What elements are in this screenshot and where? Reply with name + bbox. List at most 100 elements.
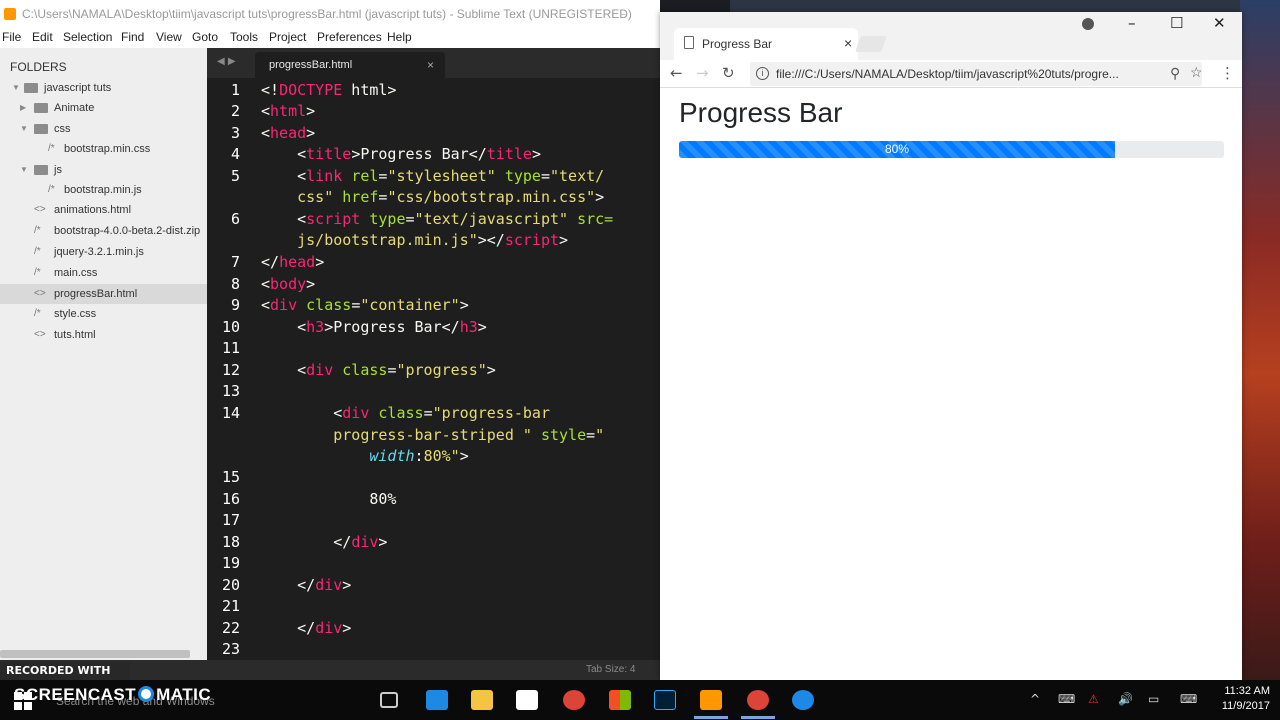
minimize-icon[interactable]: – bbox=[1128, 14, 1136, 32]
sidebar-item-label: bootstrap-4.0.0-beta.2-dist.zip bbox=[54, 225, 201, 237]
screencast-o-matic-watermark: SCREENCAST MATIC bbox=[14, 685, 212, 704]
line-number: 2 bbox=[230, 102, 240, 120]
line-number: 14 bbox=[221, 404, 240, 422]
collapsed-arrow-icon: ▶ bbox=[20, 103, 27, 112]
minimize-icon[interactable]: – bbox=[620, 0, 626, 28]
sidebar-item-label: jquery-3.2.1.min.js bbox=[54, 246, 144, 258]
menu-selection[interactable]: Selection bbox=[63, 30, 112, 44]
clock-date: 11/9/2017 bbox=[1221, 700, 1270, 712]
menu-view[interactable]: View bbox=[156, 30, 182, 44]
line-number: 15 bbox=[221, 468, 240, 486]
windows-app-icon[interactable] bbox=[609, 690, 631, 710]
browser-tab-title: Progress Bar bbox=[702, 37, 773, 51]
forward-arrow-icon[interactable]: → bbox=[696, 64, 709, 82]
tab-label: progressBar.html bbox=[269, 59, 353, 71]
sidebar-item-animate[interactable]: ▶ Animate bbox=[0, 98, 207, 118]
js-file-icon: /* bbox=[48, 184, 55, 195]
menu-tools[interactable]: Tools bbox=[230, 30, 258, 44]
line-number: 22 bbox=[221, 619, 240, 637]
menu-file[interactable]: File bbox=[2, 30, 21, 44]
menu-find[interactable]: Find bbox=[121, 30, 144, 44]
zoom-icon[interactable]: ⚲ bbox=[1170, 65, 1180, 82]
sidebar-item-css[interactable]: ▼ css bbox=[0, 119, 207, 139]
sidebar-item-tuts-html[interactable]: <> tuts.html bbox=[0, 325, 207, 345]
tab-progressbar-html[interactable]: progressBar.html × bbox=[255, 52, 445, 78]
code-editor[interactable]: ◀ ▶ progressBar.html × 1 2 3 4 5 6 7 8 9… bbox=[207, 48, 815, 660]
browser-tab-progress-bar[interactable]: Progress Bar × bbox=[674, 28, 858, 60]
screencast-icon[interactable] bbox=[792, 690, 814, 710]
tab-size-indicator[interactable]: Tab Size: 4 bbox=[586, 664, 635, 675]
sidebar-item-bootstrap-js[interactable]: /* bootstrap.min.js bbox=[0, 180, 207, 200]
menu-edit[interactable]: Edit bbox=[32, 30, 53, 44]
sidebar-item-js[interactable]: ▼ js bbox=[0, 160, 207, 180]
expand-arrow-icon: ▼ bbox=[20, 165, 28, 174]
more-menu-icon[interactable]: ⋮ bbox=[1220, 64, 1235, 82]
close-icon[interactable]: × bbox=[844, 35, 852, 51]
clock-time: 11:32 AM bbox=[1224, 685, 1270, 697]
chrome-icon[interactable] bbox=[563, 690, 585, 710]
address-bar[interactable]: i file:///C:/Users/NAMALA/Desktop/tiim/j… bbox=[750, 62, 1203, 86]
sidebar-item-label: js bbox=[54, 164, 62, 176]
sidebar-scrollbar[interactable] bbox=[0, 650, 190, 658]
sidebar-item-animations-html[interactable]: <> animations.html bbox=[0, 200, 207, 220]
store-icon[interactable] bbox=[516, 690, 538, 710]
new-tab-button[interactable] bbox=[855, 36, 887, 52]
volume-icon[interactable]: 🔊 bbox=[1118, 692, 1133, 706]
maximize-icon[interactable]: ☐ bbox=[1170, 14, 1183, 32]
tab-nav-arrows-icon[interactable]: ◀ ▶ bbox=[217, 56, 236, 67]
line-number: 23 bbox=[221, 640, 240, 658]
code-line-6-wrap: js/bootstrap.min.js"></script> bbox=[297, 231, 569, 249]
sublime-text-icon[interactable] bbox=[694, 690, 728, 719]
sidebar-item-progressbar-html[interactable]: <> progressBar.html bbox=[0, 284, 207, 304]
html-file-icon: <> bbox=[34, 204, 46, 215]
info-icon[interactable]: i bbox=[756, 67, 769, 80]
network-icon[interactable]: ⚠ bbox=[1088, 692, 1099, 706]
sublime-app-icon bbox=[4, 8, 16, 20]
line-number: 21 bbox=[221, 597, 240, 615]
sidebar-item-jquery[interactable]: /* jquery-3.2.1.min.js bbox=[0, 242, 207, 262]
sidebar-item-bootstrap-zip[interactable]: /* bootstrap-4.0.0-beta.2-dist.zip bbox=[0, 221, 207, 241]
editor-tabbar: ◀ ▶ progressBar.html × bbox=[207, 48, 660, 78]
chrome-active-icon[interactable] bbox=[741, 690, 775, 719]
sidebar-item-label: javascript tuts bbox=[44, 82, 112, 94]
line-number: 9 bbox=[230, 296, 240, 314]
folder-icon bbox=[34, 165, 48, 175]
tray-chevron-icon[interactable]: ^ bbox=[1030, 692, 1040, 706]
photoshop-icon[interactable] bbox=[654, 690, 676, 710]
code-line-2: <html> bbox=[261, 102, 316, 120]
menu-project[interactable]: Project bbox=[269, 30, 306, 44]
battery-icon[interactable]: ▭ bbox=[1148, 692, 1159, 706]
menu-preferences[interactable]: Preferences bbox=[317, 30, 382, 44]
code-line-1: <!DOCTYPE html> bbox=[261, 81, 397, 99]
sublime-window: C:\Users\NAMALA\Desktop\tiim\javascript … bbox=[0, 0, 815, 680]
bookmark-star-icon[interactable]: ☆ bbox=[1190, 64, 1203, 81]
file-explorer-icon[interactable] bbox=[471, 690, 493, 710]
chrome-window: Progress Bar × – ☐ ✕ ← → ↻ i file:///C:/… bbox=[660, 12, 1242, 680]
language-icon[interactable]: ⌨ bbox=[1058, 692, 1075, 706]
menu-goto[interactable]: Goto bbox=[192, 30, 218, 44]
task-view-icon[interactable] bbox=[380, 692, 398, 708]
close-icon[interactable]: × bbox=[427, 52, 434, 78]
sidebar-item-javascript-tuts[interactable]: ▼ javascript tuts bbox=[0, 78, 207, 98]
code-line-18: </div> bbox=[261, 533, 388, 551]
line-number: 20 bbox=[221, 576, 240, 594]
close-window-icon[interactable]: ✕ bbox=[1213, 14, 1226, 32]
edge-browser-icon[interactable] bbox=[426, 690, 448, 710]
sidebar-item-style-css[interactable]: /* style.css bbox=[0, 304, 207, 324]
sidebar-item-main-css[interactable]: /* main.css bbox=[0, 263, 207, 283]
menu-help[interactable]: Help bbox=[387, 30, 412, 44]
chrome-titlebar: Progress Bar × – ☐ ✕ bbox=[660, 12, 1242, 60]
line-number: 10 bbox=[221, 318, 240, 336]
keyboard-icon[interactable]: ⌨ bbox=[1180, 692, 1197, 706]
folder-icon bbox=[34, 124, 48, 134]
url-text[interactable]: file:///C:/Users/NAMALA/Desktop/tiim/jav… bbox=[776, 67, 1158, 81]
profile-icon[interactable] bbox=[1082, 18, 1094, 30]
sidebar-item-label: bootstrap.min.js bbox=[64, 184, 142, 196]
sidebar-item-bootstrap-css[interactable]: /* bootstrap.min.css bbox=[0, 139, 207, 159]
sidebar-item-label: Animate bbox=[54, 102, 95, 114]
taskbar-clock[interactable]: 11:32 AM 11/9/2017 bbox=[1210, 684, 1270, 714]
sublime-menubar: File Edit Selection Find View Goto Tools… bbox=[0, 28, 660, 48]
reload-icon[interactable]: ↻ bbox=[722, 64, 735, 82]
back-arrow-icon[interactable]: ← bbox=[670, 64, 683, 82]
progress-bar: 80% bbox=[679, 141, 1115, 158]
